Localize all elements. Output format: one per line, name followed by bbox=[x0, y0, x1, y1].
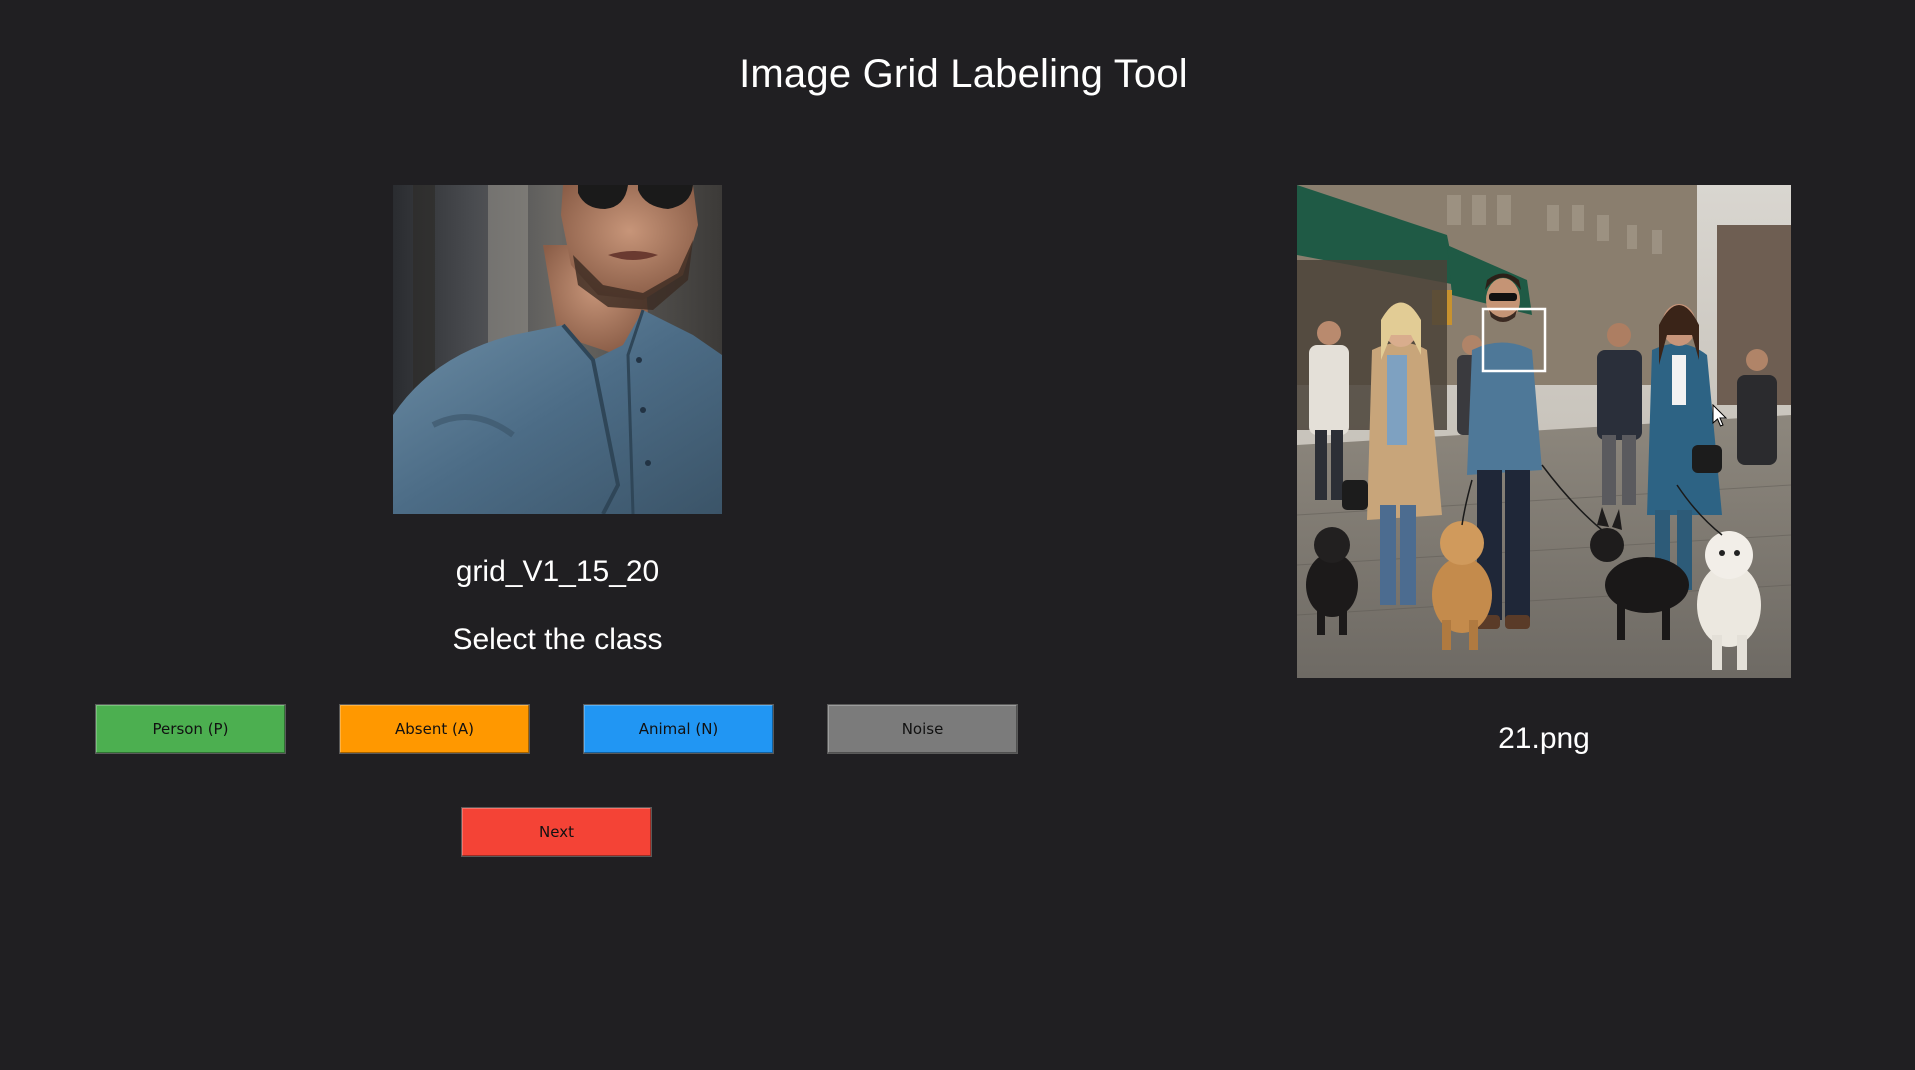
absent-button[interactable]: Absent (A) bbox=[339, 704, 530, 754]
person-button[interactable]: Person (P) bbox=[95, 704, 286, 754]
grid-crop-image bbox=[393, 185, 722, 514]
grid-cell-name: grid_V1_15_20 bbox=[455, 555, 660, 588]
source-filename: 21.png bbox=[1498, 722, 1590, 755]
mouse-cursor-icon bbox=[1712, 404, 1728, 427]
select-class-prompt: Select the class bbox=[452, 623, 663, 656]
app-title: Image Grid Labeling Tool bbox=[739, 52, 1188, 96]
next-button[interactable]: Next bbox=[461, 807, 652, 857]
labeling-app-window: Image Grid Labeling Tool grid_V1_15_20 S… bbox=[0, 0, 1915, 1070]
source-image bbox=[1297, 185, 1791, 678]
noise-button[interactable]: Noise bbox=[827, 704, 1018, 754]
animal-button[interactable]: Animal (N) bbox=[583, 704, 774, 754]
